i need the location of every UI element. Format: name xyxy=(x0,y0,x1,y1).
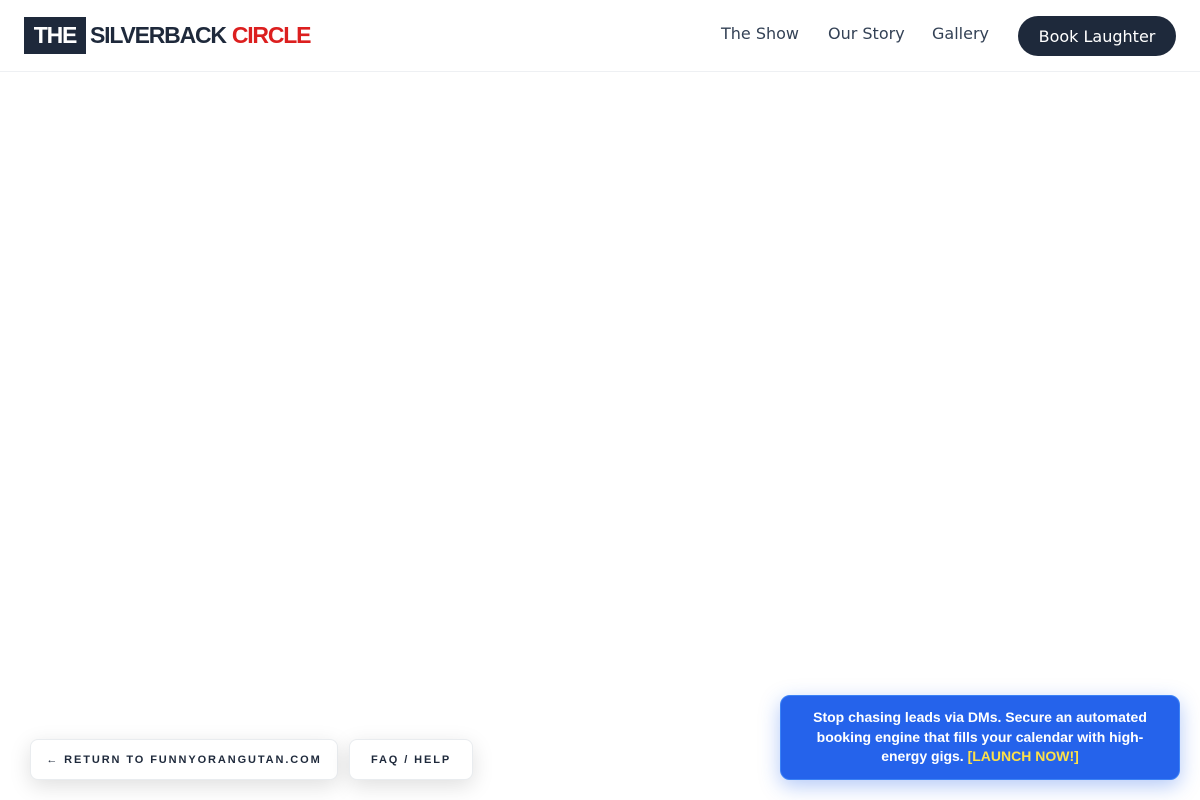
nav-link-our-story[interactable]: Our Story xyxy=(828,24,905,48)
nav-link-gallery[interactable]: Gallery xyxy=(932,24,989,48)
logo-the: THE xyxy=(24,17,86,54)
site-header: THE SILVERBACK CIRCLE The Show Our Story… xyxy=(0,0,1200,72)
logo-silverback: SILVERBACK xyxy=(90,22,227,48)
site-logo[interactable]: THE SILVERBACK CIRCLE xyxy=(24,17,312,54)
book-laughter-button[interactable]: Book Laughter xyxy=(1018,16,1176,56)
nav-link-the-show[interactable]: The Show xyxy=(721,24,799,48)
promo-banner: Stop chasing leads via DMs. Secure an au… xyxy=(780,695,1180,780)
faq-help-button[interactable]: FAQ / HELP xyxy=(349,739,473,780)
launch-now-link[interactable]: [LAUNCH NOW!] xyxy=(968,748,1079,764)
return-to-site-button[interactable]: ← RETURN TO FUNNYORANGUTAN.COM xyxy=(30,739,338,780)
logo-circle: CIRCLE xyxy=(231,22,312,48)
